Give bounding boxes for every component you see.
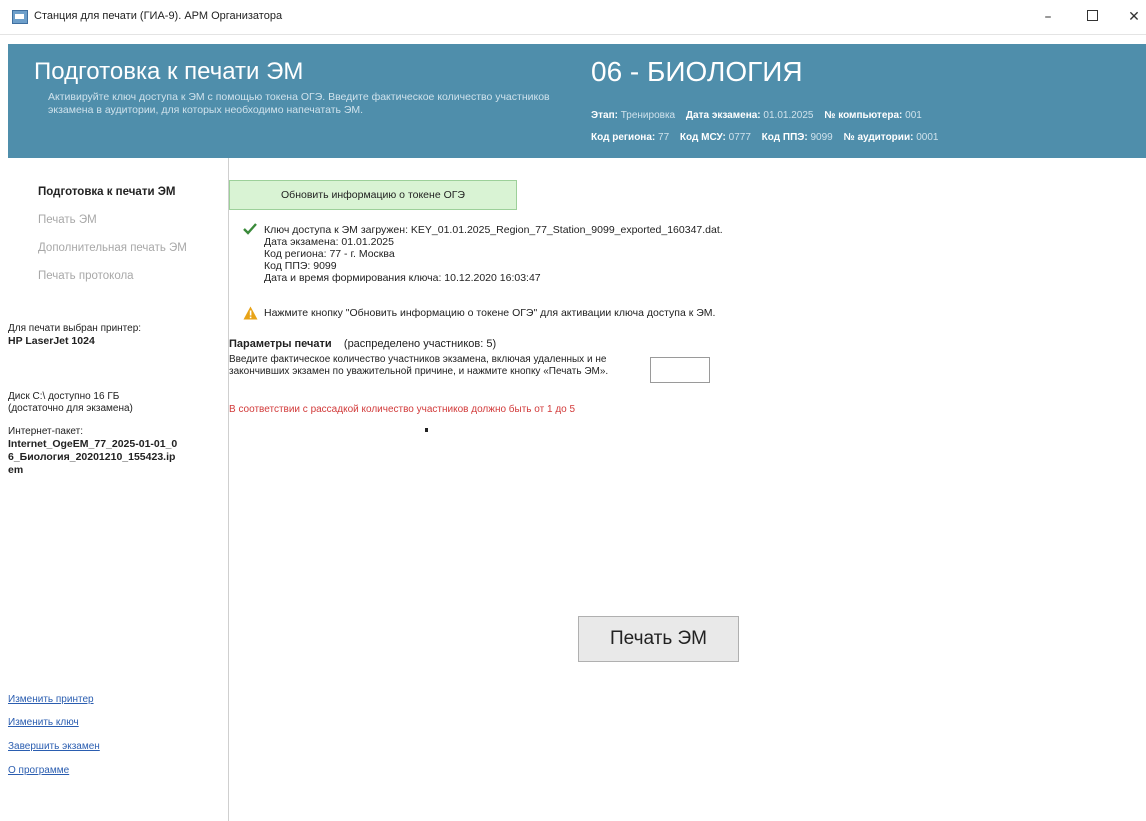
package-info: Интернет-пакет: Internet_OgeEM_77_2025-0… <box>8 426 213 477</box>
exam-date-value: 01.01.2025 <box>763 110 814 121</box>
sidebar-item-prepare[interactable]: Подготовка к печати ЭМ <box>38 186 175 198</box>
key-loaded-text: Ключ доступа к ЭМ загружен: KEY_01.01.20… <box>264 224 723 236</box>
region-value: 77 <box>658 132 670 143</box>
distributed-count: (распределено участников: 5) <box>343 338 497 350</box>
page-subtitle: Активируйте ключ доступа к ЭМ с помощью … <box>48 91 550 116</box>
msu-label: Код МСУ: <box>679 132 726 143</box>
warning-icon <box>243 306 258 320</box>
change-key-link[interactable]: Изменить ключ <box>8 717 79 728</box>
key-ppe: Код ППЭ: 9099 <box>264 260 337 272</box>
minimize-icon: – <box>1044 9 1052 25</box>
finish-exam-link[interactable]: Завершить экзамен <box>8 741 100 752</box>
page-title: Подготовка к печати ЭМ <box>34 58 304 85</box>
sidebar-item-additional-print[interactable]: Дополнительная печать ЭМ <box>38 242 187 254</box>
minimize-button[interactable]: – <box>1033 6 1063 28</box>
package-label: Интернет-пакет: <box>8 426 84 437</box>
disk-line-2: (достаточно для экзамена) <box>8 403 133 414</box>
maximize-icon <box>1086 10 1098 21</box>
print-button[interactable]: Печать ЭМ <box>578 616 739 662</box>
window-titlebar: Станция для печати (ГИА-9). АРМ Организа… <box>0 0 1146 35</box>
sidebar-item-print[interactable]: Печать ЭМ <box>38 214 97 226</box>
printer-name: HP LaserJet 1024 <box>8 335 95 347</box>
exam-info-row-1: Этап: Тренировка Дата экзамена: 01.01.20… <box>591 110 922 121</box>
exam-info-row-2: Код региона: 77 Код МСУ: 0777 Код ППЭ: 9… <box>591 132 938 143</box>
about-link[interactable]: О программе <box>8 765 69 776</box>
change-printer-link[interactable]: Изменить принтер <box>8 694 94 705</box>
region-label: Код региона: <box>591 132 656 143</box>
validation-error: В соответствии с рассадкой количество уч… <box>229 404 576 415</box>
print-params-heading: Параметры печати (распределено участнико… <box>229 338 496 350</box>
printer-label: Для печати выбран принтер: <box>8 323 142 334</box>
warning-text: Нажмите кнопку "Обновить информацию о то… <box>264 307 716 319</box>
sidebar: Подготовка к печати ЭМ Печать ЭМ Дополни… <box>8 158 229 821</box>
refresh-token-button[interactable]: Обновить информацию о токене ОГЭ <box>229 180 517 210</box>
window-title: Станция для печати (ГИА-9). АРМ Организа… <box>34 10 283 22</box>
exam-date-label: Дата экзамена: <box>685 110 761 121</box>
key-generated: Дата и время формирования ключа: 10.12.2… <box>264 272 541 284</box>
stage-label: Этап: <box>591 110 618 121</box>
close-icon: ✕ <box>1128 9 1140 25</box>
msu-value: 0777 <box>728 132 751 143</box>
exam-subject: 06 - БИОЛОГИЯ <box>591 56 803 87</box>
print-params-title: Параметры печати <box>229 338 332 350</box>
auditorium-label: № аудитории: <box>843 132 914 143</box>
disk-info: Диск C:\ доступно 16 ГБ (достаточно для … <box>8 391 213 415</box>
check-icon <box>243 223 257 235</box>
main-content: Обновить информацию о токене ОГЭ Ключ до… <box>229 158 1146 821</box>
key-exam-date: Дата экзамена: 01.01.2025 <box>264 236 394 248</box>
participant-count-input[interactable] <box>650 357 710 383</box>
close-button[interactable]: ✕ <box>1119 6 1146 28</box>
printer-info: Для печати выбран принтер: HP LaserJet 1… <box>8 323 213 348</box>
sidebar-item-protocol[interactable]: Печать протокола <box>38 270 134 282</box>
ppe-value: 9099 <box>810 132 833 143</box>
disk-line-1: Диск C:\ доступно 16 ГБ <box>8 391 120 402</box>
package-name: Internet_OgeEM_77_2025-01-01_06_Биология… <box>8 438 178 476</box>
computer-value: 001 <box>905 110 922 121</box>
auditorium-value: 0001 <box>916 132 939 143</box>
computer-label: № компьютера: <box>824 110 903 121</box>
cursor-mark <box>425 428 428 432</box>
stage-value: Тренировка <box>620 110 676 121</box>
print-params-description: Введите фактическое количество участнико… <box>229 354 609 377</box>
key-region: Код региона: 77 - г. Москва <box>264 248 395 260</box>
app-icon <box>12 10 28 24</box>
page-header: Подготовка к печати ЭМ Активируйте ключ … <box>8 44 1146 158</box>
maximize-button[interactable] <box>1077 6 1107 28</box>
ppe-label: Код ППЭ: <box>761 132 808 143</box>
